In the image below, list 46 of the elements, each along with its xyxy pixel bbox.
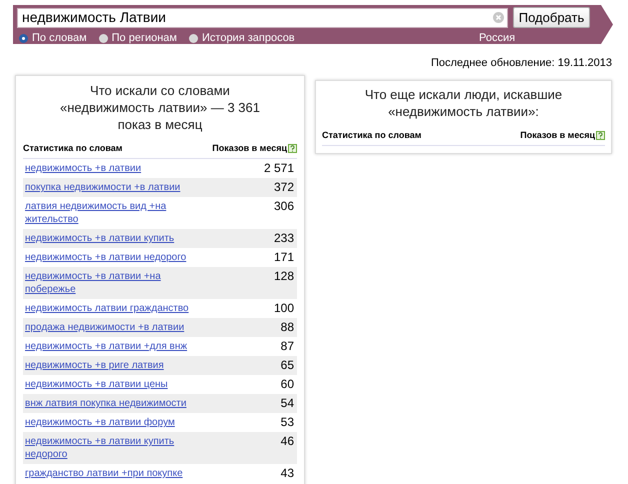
- keyword-link[interactable]: недвижимость +в латвии +для внж: [25, 340, 205, 353]
- count-text: 87: [280, 340, 294, 353]
- count-text: 46: [280, 435, 294, 448]
- keyword-link[interactable]: недвижимость +в латвии: [25, 162, 205, 175]
- count-text: 372: [274, 181, 294, 194]
- keyword-link[interactable]: гражданство латвии +при покупке: [25, 467, 205, 480]
- count-text: 306: [274, 200, 294, 213]
- keyword-link[interactable]: недвижимость +в латвии +на побережье: [25, 270, 205, 296]
- help-icon[interactable]: [596, 130, 605, 140]
- keyword-link[interactable]: внж латвия покупка недвижимости: [25, 397, 205, 410]
- column-header: Показов в месяц: [212, 142, 287, 155]
- count-text: 171: [274, 251, 294, 264]
- search-text: недвижимость Латвии: [22, 8, 167, 27]
- search-mode-radio[interactable]: По словам: [19, 30, 87, 46]
- submit-button[interactable]: Подобрать: [513, 7, 590, 28]
- region-link[interactable]: Россия: [479, 32, 516, 45]
- column-header: Показов в месяц: [520, 128, 595, 142]
- count-text: 65: [280, 359, 294, 372]
- column-header: Статистика по словам: [322, 128, 422, 142]
- keyword-link[interactable]: недвижимость +в латвии купить: [25, 232, 205, 245]
- panel-title: Что искали со словами «недвижимость латвии» — 3 361 показ в месяц: [59, 82, 261, 132]
- last-update-text: Последнее обновление: 19.11.2013: [430, 56, 612, 71]
- keyword-link[interactable]: недвижимость +в латвии цены: [25, 378, 205, 391]
- count-text: 88: [280, 321, 294, 334]
- keyword-link[interactable]: недвижимость +в риге латвия: [25, 359, 205, 372]
- search-mode-radio[interactable]: История запросов: [189, 30, 295, 46]
- keyword-link[interactable]: покупка недвижимости +в латвии: [25, 181, 205, 194]
- keyword-link[interactable]: недвижимость +в латвии купить недорого: [25, 435, 205, 461]
- count-text: 100: [274, 302, 294, 315]
- count-text: 53: [280, 416, 294, 429]
- keyword-link[interactable]: продажа недвижимости +в латвии: [25, 321, 205, 334]
- count-text: 43: [280, 467, 294, 480]
- count-text: 128: [274, 270, 294, 283]
- keyword-link[interactable]: латвия недвижимость вид +на жительство: [25, 200, 205, 226]
- count-text: 2 571: [264, 162, 294, 175]
- keyword-link[interactable]: недвижимость +в латвии форум: [25, 416, 205, 429]
- panel-title: Что еще искали люди, искавшие «недвижимость латвии»:: [364, 86, 564, 120]
- count-text: 60: [280, 378, 294, 391]
- search-mode-radio[interactable]: По регионам: [98, 30, 177, 46]
- count-text: 54: [280, 397, 294, 410]
- search-field[interactable]: недвижимость Латвии: [17, 8, 508, 28]
- column-header: Статистика по словам: [23, 142, 122, 154]
- count-text: 233: [274, 232, 294, 245]
- help-icon[interactable]: [288, 144, 297, 153]
- keyword-link[interactable]: недвижимость латвии гражданство: [25, 302, 205, 315]
- keyword-link[interactable]: недвижимость +в латвии недорого: [25, 251, 205, 264]
